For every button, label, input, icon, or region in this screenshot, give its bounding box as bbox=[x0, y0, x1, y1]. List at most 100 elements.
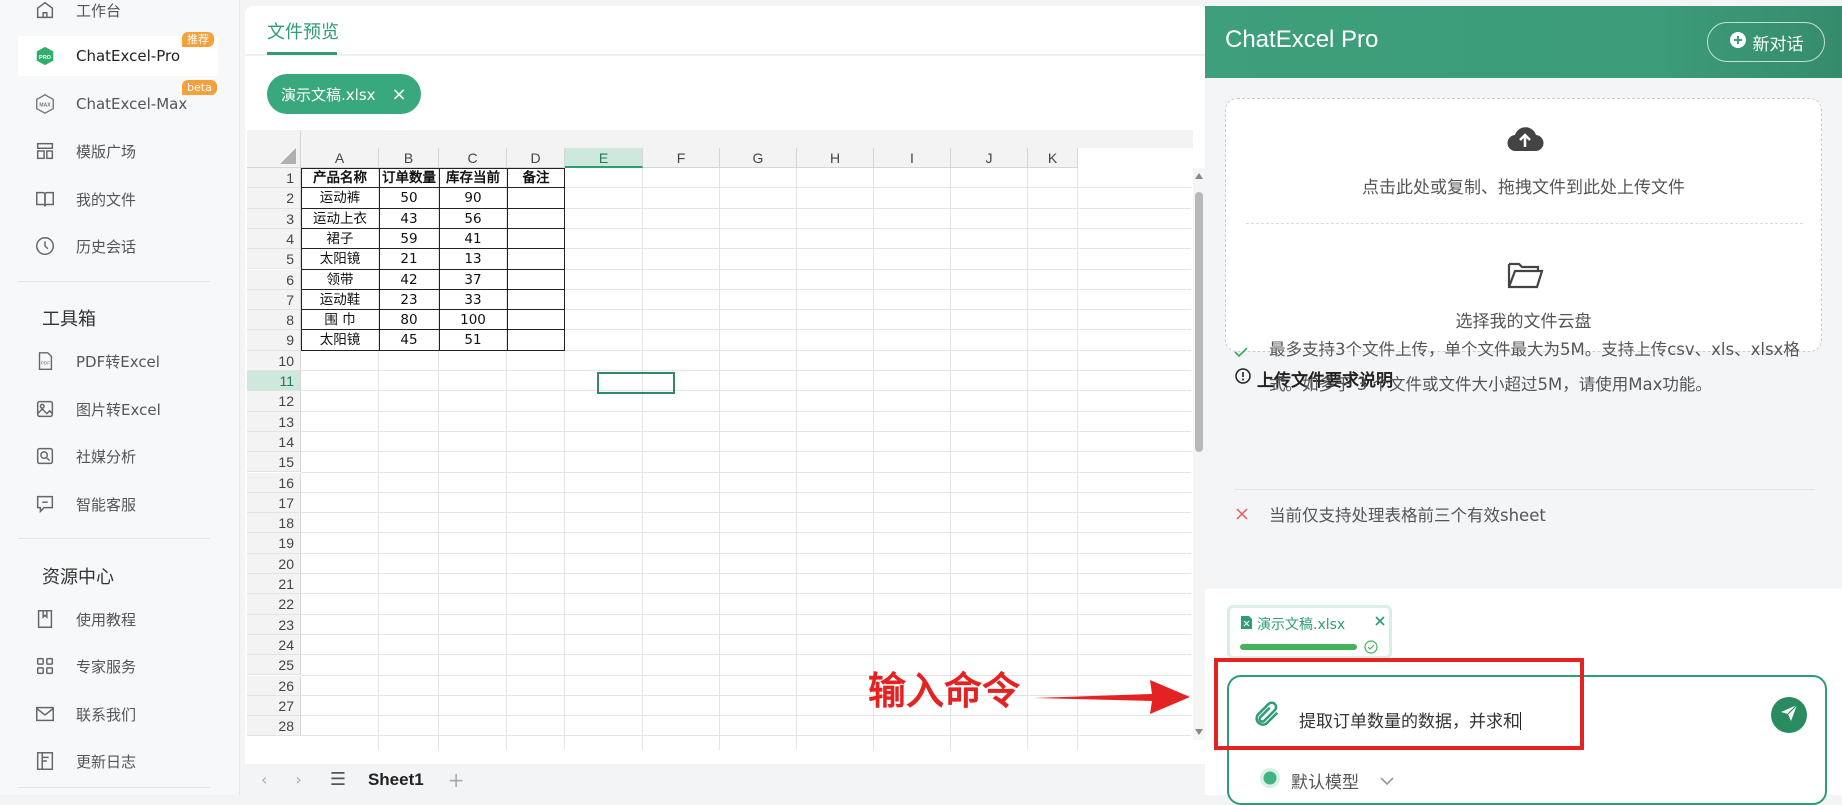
sidebar-item-tutorial[interactable]: 使用教程 bbox=[18, 599, 218, 639]
row-header-17[interactable]: 17 bbox=[247, 492, 301, 514]
table-cell[interactable] bbox=[507, 229, 565, 249]
sidebar-item-workbench[interactable]: 工作台 bbox=[18, 0, 218, 30]
column-header-h[interactable]: H bbox=[797, 148, 874, 168]
column-header-k[interactable]: K bbox=[1028, 148, 1078, 168]
row-header-4[interactable]: 4 bbox=[247, 228, 301, 250]
table-cell[interactable]: 运动裤 bbox=[301, 188, 379, 208]
row-header-11[interactable]: 11 bbox=[247, 371, 301, 392]
table-header-cell[interactable]: 订单数量 bbox=[379, 168, 439, 188]
sheet-menu-icon[interactable]: ☰ bbox=[330, 769, 346, 790]
table-cell[interactable]: 运动鞋 bbox=[301, 290, 379, 310]
table-cell[interactable]: 太阳镜 bbox=[301, 330, 379, 350]
row-header-20[interactable]: 20 bbox=[247, 553, 301, 574]
table-cell[interactable]: 37 bbox=[439, 270, 507, 290]
selected-cell[interactable] bbox=[597, 372, 675, 394]
row-header-23[interactable]: 23 bbox=[247, 614, 301, 635]
row-header-24[interactable]: 24 bbox=[247, 634, 301, 656]
table-cell[interactable]: 45 bbox=[379, 330, 439, 350]
attachment-close-icon[interactable] bbox=[1374, 612, 1386, 631]
column-header-a[interactable]: A bbox=[301, 148, 379, 168]
sidebar-item-my-files[interactable]: 我的文件 bbox=[18, 179, 218, 219]
column-header-f[interactable]: F bbox=[643, 148, 720, 168]
row-header-27[interactable]: 27 bbox=[247, 695, 301, 717]
upload-dropzone[interactable]: 点击此处或复制、拖拽文件到此处上传文件 选择我的文件云盘 bbox=[1225, 98, 1822, 352]
row-header-15[interactable]: 15 bbox=[247, 452, 301, 473]
sidebar-item-smart-support[interactable]: 智能客服 bbox=[18, 484, 218, 524]
row-header-16[interactable]: 16 bbox=[247, 472, 301, 493]
cloud-drive-prompt[interactable]: 选择我的文件云盘 bbox=[1226, 307, 1821, 332]
table-cell[interactable]: 太阳镜 bbox=[301, 249, 379, 269]
attachment-card[interactable]: 演示文稿.xlsx bbox=[1227, 605, 1392, 659]
column-header-d[interactable]: D bbox=[507, 148, 565, 168]
sidebar-item-chatexcel-max[interactable]: MAX ChatExcel-Max beta bbox=[18, 80, 218, 124]
table-cell[interactable]: 42 bbox=[379, 270, 439, 290]
sidebar-item-chatexcel-pro[interactable]: PRO ChatExcel-Pro 推荐 bbox=[18, 32, 218, 76]
table-cell[interactable] bbox=[507, 290, 565, 310]
sheet-tab-sheet1[interactable]: Sheet1 bbox=[368, 770, 424, 790]
column-header-j[interactable]: J bbox=[951, 148, 1028, 168]
send-button[interactable] bbox=[1771, 697, 1807, 733]
row-header-9[interactable]: 9 bbox=[247, 330, 301, 351]
tab-file-preview[interactable]: 文件预览 bbox=[267, 18, 339, 44]
table-header-cell[interactable]: 库存当前 bbox=[439, 168, 507, 188]
new-chat-button[interactable]: 新对话 bbox=[1707, 22, 1825, 62]
table-cell[interactable]: 56 bbox=[439, 209, 507, 229]
sidebar-item-social-analysis[interactable]: 社媒分析 bbox=[18, 436, 218, 476]
column-header-e[interactable]: E bbox=[565, 148, 643, 168]
sidebar-item-history[interactable]: 历史会话 bbox=[18, 226, 218, 266]
table-cell[interactable]: 80 bbox=[379, 310, 439, 330]
row-header-13[interactable]: 13 bbox=[247, 411, 301, 432]
row-header-28[interactable]: 28 bbox=[247, 716, 301, 737]
row-header-18[interactable]: 18 bbox=[247, 513, 301, 534]
row-header-22[interactable]: 22 bbox=[247, 594, 301, 615]
sidebar-item-changelog[interactable]: 更新日志 bbox=[18, 741, 218, 781]
table-cell[interactable]: 33 bbox=[439, 290, 507, 310]
sidebar-item-templates[interactable]: 模版广场 bbox=[18, 131, 218, 171]
row-header-25[interactable]: 25 bbox=[247, 655, 301, 676]
sidebar-item-contact[interactable]: 联系我们 bbox=[18, 694, 218, 734]
row-header-5[interactable]: 5 bbox=[247, 249, 301, 270]
table-cell[interactable]: 23 bbox=[379, 290, 439, 310]
spreadsheet-grid[interactable]: ABCDEFGHIJK 1 2 3 4 5 6 7 8 9 10 11 12 13 14 15 16 17 18 1… bbox=[247, 130, 1205, 750]
vertical-scroll-thumb[interactable] bbox=[1195, 192, 1203, 452]
select-all-corner[interactable] bbox=[247, 130, 301, 168]
file-chip[interactable]: 演示文稿.xlsx × bbox=[267, 74, 421, 114]
vertical-scrollbar[interactable] bbox=[1193, 168, 1205, 740]
sheet-next-button[interactable]: › bbox=[295, 770, 301, 789]
row-header-19[interactable]: 19 bbox=[247, 533, 301, 554]
model-selector[interactable]: 默认模型 bbox=[1259, 767, 1395, 794]
table-cell[interactable]: 围 巾 bbox=[301, 310, 379, 330]
row-header-2[interactable]: 2 bbox=[247, 188, 301, 209]
row-header-3[interactable]: 3 bbox=[247, 208, 301, 229]
table-cell[interactable] bbox=[507, 330, 565, 350]
sidebar-item-expert-service[interactable]: 专家服务 bbox=[18, 646, 218, 686]
table-cell[interactable] bbox=[507, 270, 565, 290]
table-cell[interactable] bbox=[507, 249, 565, 269]
column-header-c[interactable]: C bbox=[439, 148, 507, 168]
row-header-6[interactable]: 6 bbox=[247, 269, 301, 290]
table-cell[interactable]: 90 bbox=[439, 188, 507, 208]
sidebar-item-pdf-to-excel[interactable]: PDF PDF转Excel bbox=[18, 341, 218, 381]
table-cell[interactable] bbox=[507, 209, 565, 229]
table-cell[interactable]: 51 bbox=[439, 330, 507, 350]
sidebar-item-image-to-excel[interactable]: 图片转Excel bbox=[18, 389, 218, 429]
table-header-cell[interactable]: 产品名称 bbox=[301, 168, 379, 188]
table-cell[interactable]: 领带 bbox=[301, 270, 379, 290]
table-cell[interactable]: 13 bbox=[439, 249, 507, 269]
sheet-prev-button[interactable]: ‹ bbox=[261, 770, 267, 789]
table-cell[interactable]: 41 bbox=[439, 229, 507, 249]
table-cell[interactable] bbox=[507, 188, 565, 208]
table-cell[interactable]: 21 bbox=[379, 249, 439, 269]
column-header-b[interactable]: B bbox=[379, 148, 439, 168]
close-icon[interactable]: × bbox=[392, 84, 407, 105]
row-header-21[interactable]: 21 bbox=[247, 574, 301, 595]
table-cell[interactable]: 运动上衣 bbox=[301, 209, 379, 229]
table-cell[interactable] bbox=[507, 310, 565, 330]
table-cell[interactable]: 裙子 bbox=[301, 229, 379, 249]
row-header-10[interactable]: 10 bbox=[247, 350, 301, 371]
column-header-g[interactable]: G bbox=[720, 148, 797, 168]
table-cell[interactable]: 50 bbox=[379, 188, 439, 208]
table-cell[interactable]: 59 bbox=[379, 229, 439, 249]
table-cell[interactable]: 43 bbox=[379, 209, 439, 229]
row-header-1[interactable]: 1 bbox=[247, 168, 301, 189]
